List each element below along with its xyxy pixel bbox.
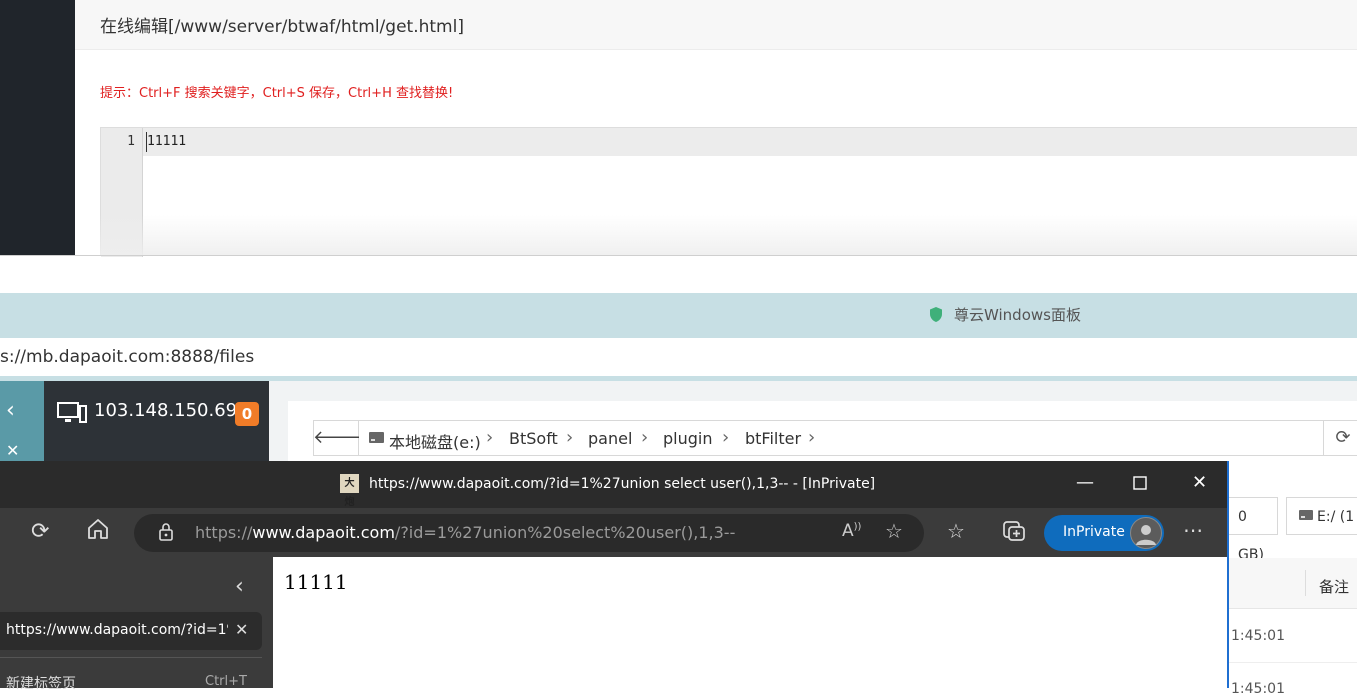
chevron-left-icon[interactable]: ‹ [235,574,244,599]
breadcrumb-item[interactable]: BtSoft [509,429,558,448]
row-divider [1228,662,1357,663]
avatar[interactable] [1130,517,1162,549]
more-icon[interactable]: ⋯ [1183,518,1203,542]
disk-icon [368,430,385,449]
add-favorite-icon[interactable]: ☆ [885,519,903,543]
breadcrumb-item[interactable]: panel [588,429,632,448]
address-url[interactable]: https://www.dapaoit.com/?id=1%27union%20… [195,523,735,542]
maximize-icon[interactable] [1133,474,1147,495]
chevron-right-icon: › [566,427,574,448]
server-ip: 103.148.150.69 [94,400,238,421]
divider [0,657,262,658]
favorites-icon[interactable]: ☆ [947,519,965,543]
line-number: 1 [127,134,135,149]
reload-icon[interactable]: ⟳ [31,519,49,544]
shield-icon [930,307,942,322]
home-icon[interactable] [86,518,110,544]
table-cell-time: 1:45:01 [1231,628,1285,644]
breadcrumb-item[interactable]: btFilter [745,429,801,448]
disk-button-label: E:/ (1 [1317,509,1355,525]
url-host: www.dapaoit.com [252,523,395,542]
disk-button[interactable]: E:/ (1 [1286,497,1357,535]
panel-url[interactable]: s://mb.dapaoit.com:8888/files [0,347,254,367]
collections-icon[interactable] [1002,520,1026,546]
table-cell-time: 1:45:01 [1231,681,1285,697]
editor-fade-overlay [100,215,1357,256]
breadcrumb-item[interactable]: 本地磁盘(e:) [389,429,481,453]
monitor-icon [57,402,87,428]
close-icon[interactable]: ✕ [235,620,248,639]
vertical-tab-title: https://www.dapaoit.com/?id=1%27union [6,622,228,638]
page-body-text: 11111 [284,570,348,594]
window-border [1227,461,1229,688]
window-title: https://www.dapaoit.com/?id=1%27union se… [369,476,876,492]
disk-button[interactable]: 0 GB) [1228,497,1278,563]
chevron-left-icon[interactable]: ‹ [6,398,15,423]
panel-tab-bar [0,293,1357,338]
code-line[interactable]: 11111 [147,134,186,149]
panel-tab-label: 尊云Windows面板 [954,306,1081,324]
minimize-icon[interactable]: — [1076,472,1094,493]
new-tab-shortcut: Ctrl+T [205,674,247,689]
editor-title: 在线编辑[/www/server/btwaf/html/get.html] [100,17,464,37]
close-icon[interactable]: ✕ [6,441,19,460]
editor-shortcut-tip: 提示：Ctrl+F 搜索关键字，Ctrl+S 保存，Ctrl+H 查找替换! [100,86,454,101]
new-tab-button[interactable]: 新建标签页 [6,673,76,693]
chevron-right-icon: › [722,427,730,448]
notification-badge[interactable]: 0 [235,402,259,426]
close-icon[interactable]: ✕ [1192,472,1207,493]
editor-side-panel [0,0,75,256]
chevron-right-icon: › [808,427,816,448]
refresh-icon: ⟳ [1335,427,1351,448]
back-arrow-icon[interactable]: 🡐 [313,420,361,456]
disk-icon [1299,510,1313,520]
panel-tab[interactable]: 尊云Windows面板 [928,304,1081,325]
page-viewport [273,557,1227,688]
url-path: /?id=1%27union%20select%20user(),1,3-- [394,523,736,542]
url-scheme: https:// [195,523,253,542]
lock-icon[interactable] [158,522,174,546]
inprivate-label: InPrivate [1063,524,1125,540]
chevron-right-icon: › [641,427,649,448]
refresh-button[interactable]: ⟳ [1323,420,1357,456]
column-divider [1305,570,1306,596]
site-favicon: 大炮 [340,474,359,508]
divider [0,255,1357,256]
column-header-note[interactable]: 备注 [1319,576,1349,597]
chevron-right-icon: › [486,427,494,448]
active-line-highlight [143,128,1357,156]
breadcrumb-item[interactable]: plugin [663,429,712,448]
read-aloud-icon[interactable]: A)) [842,521,861,541]
